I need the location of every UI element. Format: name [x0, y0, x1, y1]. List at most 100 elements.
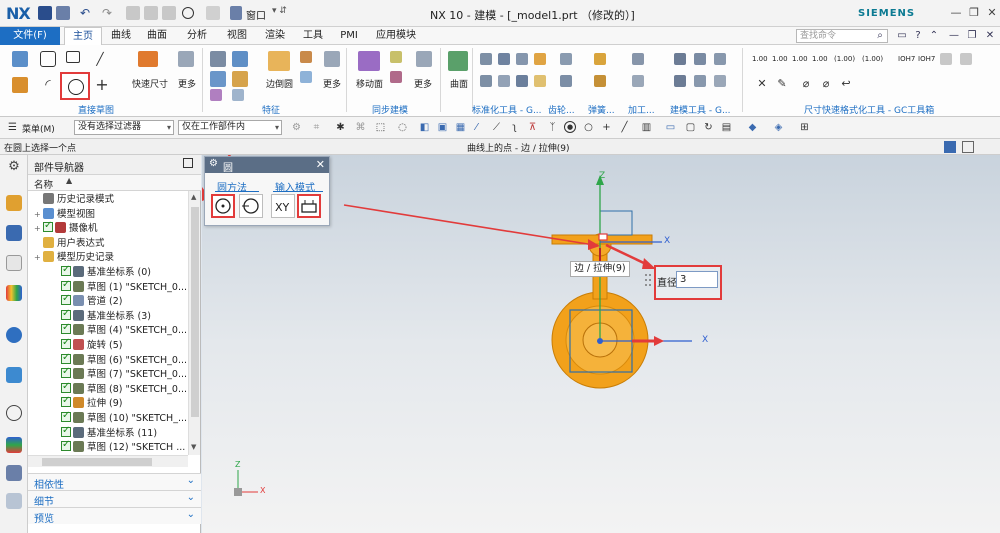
machining-tool-icon[interactable]	[632, 75, 644, 87]
surface-icon[interactable]	[448, 51, 468, 71]
rotate-icon[interactable]: ↻	[702, 121, 715, 134]
system-materials-icon[interactable]	[6, 437, 22, 453]
menu-button[interactable]: 菜单(M)	[22, 122, 55, 135]
reuse-library-icon[interactable]	[6, 285, 22, 301]
line-icon[interactable]: ╱	[92, 51, 108, 67]
column-name[interactable]: 名称	[34, 177, 53, 191]
more-feature-label[interactable]: 更多	[323, 77, 341, 90]
diameter-icon[interactable]: ⌀	[798, 77, 814, 93]
standard-part-icon[interactable]	[480, 53, 492, 65]
more-feature-icon[interactable]	[324, 51, 340, 67]
coordinate-mode-button[interactable]: XY	[271, 194, 295, 218]
save-icon[interactable]	[38, 6, 52, 20]
history-icon[interactable]	[6, 367, 22, 383]
tree-row[interactable]: 用户表达式	[34, 236, 105, 251]
web-browser-icon[interactable]	[6, 327, 22, 343]
collapse-ribbon-icon[interactable]: ⌃	[928, 30, 940, 42]
selection-scope-select[interactable]: 仅在工作部件内	[178, 120, 282, 135]
zoom-icon[interactable]: ▢	[684, 121, 697, 134]
diameter-input[interactable]: 3	[676, 271, 718, 288]
finish-sketch-icon[interactable]	[12, 77, 28, 93]
visibility-checkbox[interactable]	[61, 292, 71, 306]
gear-tool-icon[interactable]	[560, 75, 572, 87]
snap-existing-point-icon[interactable]: +	[600, 121, 613, 134]
tree-row[interactable]: + 摄像机	[34, 219, 98, 236]
help-icon[interactable]: ?	[912, 30, 924, 42]
tree-row[interactable]: + 模型历史记录	[34, 251, 114, 265]
select-chain-icon[interactable]: ⌘	[354, 121, 367, 134]
more-sync-label[interactable]: 更多	[414, 77, 432, 90]
delete-dim-icon[interactable]: ✕	[754, 77, 770, 93]
cut-icon[interactable]	[126, 6, 140, 20]
surface-label[interactable]: 曲面	[450, 77, 468, 90]
tab-surface[interactable]: 曲面	[142, 27, 172, 45]
modeling-tool-icon[interactable]	[694, 53, 706, 65]
doc-restore-icon[interactable]: ❐	[966, 30, 978, 42]
draft-icon[interactable]	[300, 71, 312, 83]
snap-curve-icon[interactable]: ʅ	[508, 121, 521, 134]
edge-select-icon[interactable]: ▦	[454, 121, 467, 134]
modeling-tool-icon[interactable]	[674, 53, 686, 65]
expand-icon[interactable]: +	[34, 208, 43, 222]
parameter-mode-button[interactable]	[297, 194, 321, 218]
part-navigator-icon[interactable]	[6, 255, 22, 271]
visibility-checkbox[interactable]	[61, 365, 71, 379]
layout-icon[interactable]	[962, 141, 974, 153]
profile-icon[interactable]	[40, 51, 56, 67]
rapid-dimension-icon[interactable]	[138, 51, 158, 67]
dim-format-button[interactable]: 1.00	[792, 55, 808, 63]
tree-row[interactable]: 草图 (10) "SKETCH_...	[52, 409, 187, 426]
render-style-icon[interactable]: ◆	[746, 121, 759, 134]
hole-icon[interactable]	[210, 71, 226, 87]
rapid-dimension-label[interactable]: 快速尺寸	[132, 77, 168, 90]
extrude-icon[interactable]	[232, 51, 248, 67]
visibility-checkbox[interactable]	[61, 263, 71, 277]
snap-on-curve-icon[interactable]: ╱	[618, 121, 631, 134]
tree-row[interactable]: 草图 (8) "SKETCH_0...	[52, 380, 187, 397]
window-layout-icon[interactable]: ▭	[896, 30, 908, 42]
tab-view[interactable]: 视图	[222, 27, 252, 45]
tab-tools[interactable]: 工具	[298, 27, 328, 45]
tab-applications[interactable]: 应用模块	[372, 27, 420, 45]
more-sketch-label[interactable]: 更多	[178, 77, 196, 90]
tree-row[interactable]: 草图 (6) "SKETCH_0...	[52, 351, 187, 368]
move-face-label[interactable]: 移动面	[356, 77, 383, 90]
visibility-checkbox[interactable]	[61, 307, 71, 321]
dim-format-button[interactable]: IOH7	[918, 55, 935, 63]
snap-point-marker[interactable]	[598, 233, 608, 241]
arc-icon[interactable]: ◜	[40, 77, 56, 93]
shell-icon[interactable]	[210, 89, 222, 101]
modeling-tool-icon[interactable]	[714, 53, 726, 65]
pin-icon[interactable]	[183, 158, 193, 168]
curve-select-icon[interactable]: ⁄	[470, 121, 483, 134]
gear-icon[interactable]: ⚙	[6, 159, 22, 175]
visibility-checkbox[interactable]	[61, 409, 71, 423]
move-face-icon[interactable]	[358, 51, 380, 71]
visibility-checkbox[interactable]	[43, 219, 53, 233]
snap-endpoint-icon[interactable]: ⟋	[490, 121, 503, 134]
unite-icon[interactable]	[232, 71, 248, 87]
clock-icon[interactable]	[6, 405, 22, 421]
center-diameter-circle-button[interactable]	[211, 194, 235, 218]
gc-tool-icon[interactable]	[498, 75, 510, 87]
copy-icon[interactable]	[144, 6, 158, 20]
snap-settings-icon[interactable]: ⚙	[290, 121, 303, 134]
dim-format-button[interactable]: (1.00)	[862, 55, 883, 63]
gc-tool-icon[interactable]	[516, 53, 528, 65]
tree-row[interactable]: 历史记录模式	[34, 193, 114, 207]
visibility-checkbox[interactable]	[61, 351, 71, 365]
view-fit-icon[interactable]: ▭	[664, 121, 677, 134]
scroll-thumb[interactable]	[191, 207, 199, 417]
dim-format-icon[interactable]	[960, 53, 972, 65]
constraint-navigator-icon[interactable]	[6, 225, 22, 241]
panel-details[interactable]: 细节 ⌄	[28, 490, 201, 508]
window-icon[interactable]	[230, 6, 242, 20]
more-sync-icon[interactable]	[416, 51, 432, 67]
doc-minimize-icon[interactable]: —	[948, 30, 960, 42]
window-menu[interactable]: 窗口	[246, 7, 266, 22]
select-all-icon[interactable]: ✱	[334, 121, 347, 134]
gc-tool-icon[interactable]	[534, 53, 546, 65]
pull-face-icon[interactable]	[390, 51, 402, 63]
more-sketch-icon[interactable]	[178, 51, 194, 67]
menu-icon[interactable]: ☰	[6, 121, 19, 134]
